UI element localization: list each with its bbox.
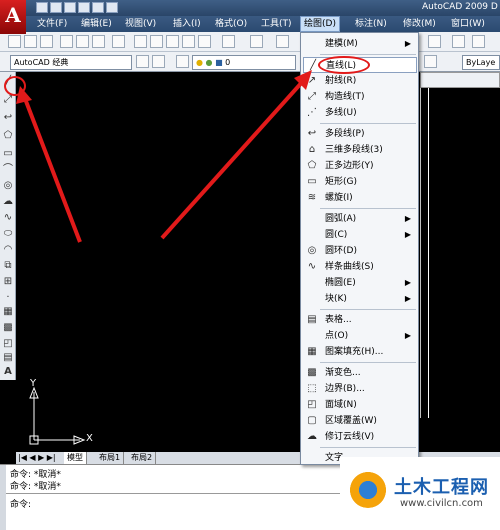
annotation-arrows bbox=[16, 70, 312, 243]
watermark-title: 土木工程网 bbox=[394, 477, 489, 498]
watermark-logo bbox=[348, 468, 388, 508]
app-logo[interactable]: A bbox=[0, 0, 26, 34]
watermark-url: www.civilcn.com bbox=[400, 498, 483, 509]
